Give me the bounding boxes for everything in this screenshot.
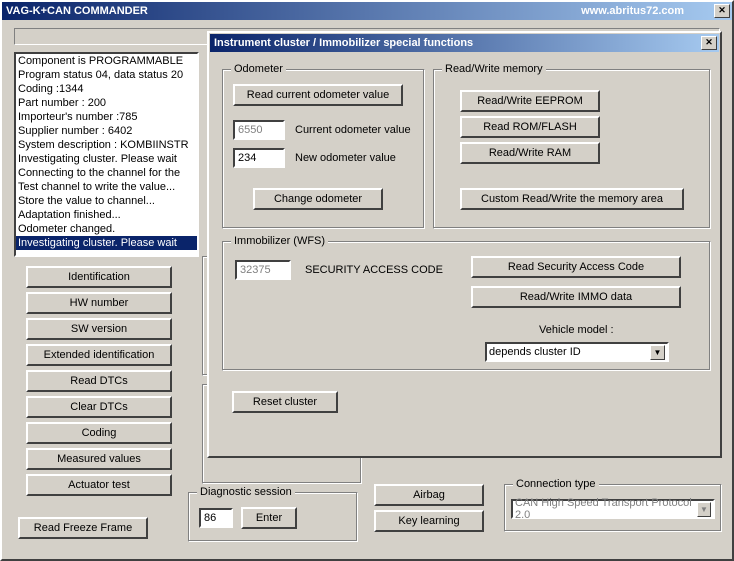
diagnostic-session-legend: Diagnostic session: [197, 486, 295, 498]
sw-version-button[interactable]: SW version: [26, 318, 172, 340]
connection-type-value: CAN High Speed Transport Protocol 2.0: [515, 497, 697, 521]
special-functions-dialog: Instrument cluster / Immobilizer special…: [207, 31, 722, 458]
log-line[interactable]: Coding :1344: [16, 82, 197, 96]
readwrite-memory-legend: Read/Write memory: [442, 63, 546, 75]
security-code-input: 32375: [235, 260, 291, 280]
vehicle-model-label: Vehicle model :: [539, 324, 614, 336]
app-title: VAG-K+CAN COMMANDER: [6, 5, 148, 17]
dialog-title: Instrument cluster / Immobilizer special…: [214, 37, 473, 49]
airbag-button[interactable]: Airbag: [374, 484, 484, 506]
measured-values-button[interactable]: Measured values: [26, 448, 172, 470]
main-titlebar: VAG-K+CAN COMMANDER www.abritus72.com ✕: [2, 2, 732, 20]
readwrite-ram-button[interactable]: Read/Write RAM: [460, 142, 600, 164]
log-line[interactable]: Program status 04, data status 20: [16, 68, 197, 82]
log-line[interactable]: Supplier number : 6402: [16, 124, 197, 138]
extended-identification-button[interactable]: Extended identification: [26, 344, 172, 366]
readwrite-memory-group: Read/Write memory Read/Write EEPROM Read…: [433, 69, 711, 229]
log-line[interactable]: Store the value to channel...: [16, 194, 197, 208]
key-learning-button[interactable]: Key learning: [374, 510, 484, 532]
actuator-test-button[interactable]: Actuator test: [26, 474, 172, 496]
vehicle-model-value: depends cluster ID: [489, 346, 581, 358]
hw-number-button[interactable]: HW number: [26, 292, 172, 314]
new-odometer-label: New odometer value: [295, 152, 396, 164]
immobilizer-legend: Immobilizer (WFS): [231, 235, 328, 247]
read-security-code-button[interactable]: Read Security Access Code: [471, 256, 681, 278]
read-rom-flash-button[interactable]: Read ROM/FLASH: [460, 116, 600, 138]
identification-button[interactable]: Identification: [26, 266, 172, 288]
current-odometer-label: Current odometer value: [295, 124, 411, 136]
dialog-titlebar: Instrument cluster / Immobilizer special…: [210, 34, 719, 52]
coding-button[interactable]: Coding: [26, 422, 172, 444]
log-line[interactable]: System description : KOMBIINSTR: [16, 138, 197, 152]
vehicle-model-select[interactable]: depends cluster ID ▼: [485, 342, 669, 362]
log-line[interactable]: Component is PROGRAMMABLE: [16, 54, 197, 68]
log-line[interactable]: Investigating cluster. Please wait: [16, 236, 197, 250]
new-odometer-input[interactable]: 234: [233, 148, 285, 168]
log-list[interactable]: Component is PROGRAMMABLEProgram status …: [14, 52, 199, 257]
connection-type-group: Connection type CAN High Speed Transport…: [504, 484, 722, 532]
connection-type-legend: Connection type: [513, 478, 599, 490]
diagnostic-session-input[interactable]: 86: [199, 508, 233, 528]
read-freeze-frame-button[interactable]: Read Freeze Frame: [18, 517, 148, 539]
log-line[interactable]: Odometer changed.: [16, 222, 197, 236]
dialog-client: Odometer Read current odometer value 655…: [212, 55, 717, 453]
read-dtcs-button[interactable]: Read DTCs: [26, 370, 172, 392]
log-line[interactable]: Part number : 200: [16, 96, 197, 110]
odometer-legend: Odometer: [231, 63, 286, 75]
current-odometer-input: 6550: [233, 120, 285, 140]
custom-readwrite-button[interactable]: Custom Read/Write the memory area: [460, 188, 684, 210]
immobilizer-group: Immobilizer (WFS) 32375 SECURITY ACCESS …: [222, 241, 711, 371]
read-odometer-button[interactable]: Read current odometer value: [233, 84, 403, 106]
log-line[interactable]: Test channel to write the value...: [16, 180, 197, 194]
side-button-column: Identification HW number SW version Extende…: [26, 266, 176, 500]
log-line[interactable]: Connecting to the channel for the: [16, 166, 197, 180]
log-line[interactable]: Importeur's number :785: [16, 110, 197, 124]
clear-dtcs-button[interactable]: Clear DTCs: [26, 396, 172, 418]
change-odometer-button[interactable]: Change odometer: [253, 188, 383, 210]
log-line[interactable]: Investigating cluster. Please wait: [16, 152, 197, 166]
log-line[interactable]: Adaptation finished...: [16, 208, 197, 222]
readwrite-immo-button[interactable]: Read/Write IMMO data: [471, 286, 681, 308]
diagnostic-enter-button[interactable]: Enter: [241, 507, 297, 529]
odometer-group: Odometer Read current odometer value 655…: [222, 69, 425, 229]
app-url: www.abritus72.com: [581, 5, 684, 17]
close-icon[interactable]: ✕: [714, 4, 730, 18]
readwrite-eeprom-button[interactable]: Read/Write EEPROM: [460, 90, 600, 112]
chevron-down-icon: ▼: [650, 345, 665, 360]
chevron-down-icon: ▼: [697, 502, 711, 517]
diagnostic-session-group: Diagnostic session 86 Enter: [188, 492, 358, 542]
connection-type-select[interactable]: CAN High Speed Transport Protocol 2.0 ▼: [511, 499, 715, 519]
close-icon[interactable]: ✕: [701, 36, 717, 50]
reset-cluster-button[interactable]: Reset cluster: [232, 391, 338, 413]
security-code-label: SECURITY ACCESS CODE: [305, 264, 443, 276]
